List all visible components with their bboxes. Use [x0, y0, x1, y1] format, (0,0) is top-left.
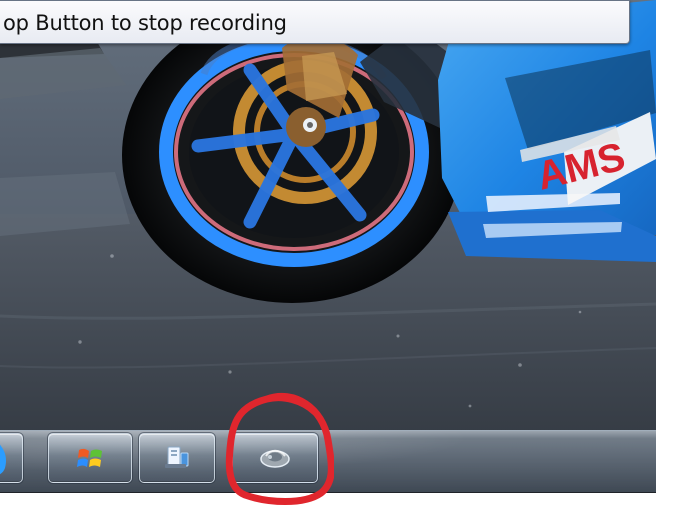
desktop-wallpaper: AMS — [0, 0, 656, 492]
windows-explorer-button[interactable] — [139, 433, 215, 483]
recording-tooltip: op Button to stop recording — [0, 0, 630, 44]
windows-logo-icon — [77, 448, 102, 467]
tooltip-text: op Button to stop recording — [3, 11, 287, 35]
screen: AMS op Button to stop recording — [0, 0, 682, 516]
file-explorer-icon — [165, 446, 189, 468]
partial-left-button[interactable] — [0, 433, 23, 483]
blue-blob-icon — [0, 444, 6, 475]
white-margin — [656, 0, 682, 516]
steps-recorder-button[interactable] — [232, 433, 318, 483]
recorder-icon — [260, 449, 290, 468]
motorcycle-wallpaper-image: AMS — [0, 0, 656, 492]
windows-button[interactable] — [48, 433, 132, 483]
desktop-window: AMS op Button to stop recording — [0, 0, 657, 493]
